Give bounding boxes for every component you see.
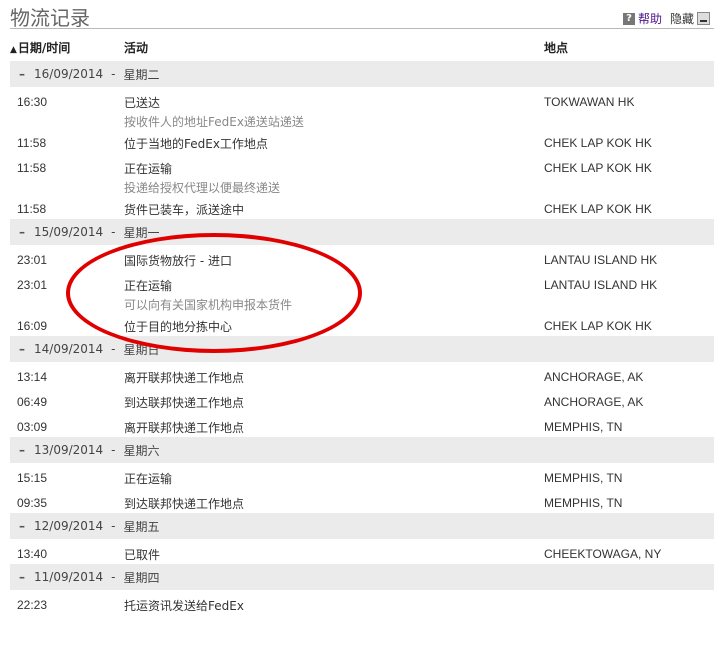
event-location: LANTAU ISLAND HK	[544, 278, 658, 292]
group-weekday: 星期五	[123, 519, 160, 534]
date-group-header[interactable]: – 13/09/2014- 星期六	[10, 437, 714, 463]
event-time: 22:23	[17, 598, 48, 612]
group-date: 12/09/2014	[34, 519, 104, 533]
group-date: 13/09/2014	[34, 443, 104, 457]
event-activity: 正在运输	[124, 472, 173, 486]
help-link[interactable]: 帮助	[638, 10, 662, 27]
hide-link[interactable]: 隐藏	[670, 10, 694, 27]
event-time: 03:09	[17, 420, 48, 434]
collapse-icon[interactable]	[697, 12, 710, 25]
event-time: 23:01	[17, 253, 48, 267]
event-time: 23:01	[17, 278, 48, 292]
event-activity: 位于当地的FedEx工作地点	[124, 137, 268, 151]
date-group-header[interactable]: – 14/09/2014- 星期日	[10, 336, 714, 362]
group-date: 11/09/2014	[34, 570, 104, 584]
group-weekday: 星期六	[123, 443, 160, 458]
title-divider	[10, 28, 714, 29]
group-date: 14/09/2014	[34, 342, 104, 356]
group-weekday: 星期日	[123, 342, 160, 357]
table-row: 11:58 位于当地的FedEx工作地点 CHEK LAP KOK HK	[10, 128, 714, 153]
date-group-header[interactable]: – 11/09/2014- 星期四	[10, 564, 714, 590]
collapse-toggle-icon[interactable]: –	[10, 519, 34, 533]
event-location: CHEK LAP KOK HK	[544, 202, 652, 216]
date-group-header[interactable]: – 15/09/2014- 星期一	[10, 219, 714, 245]
table-row: 11:58 正在运输 投递给授权代理以便最终递送 CHEK LAP KOK HK	[10, 153, 714, 195]
collapse-toggle-icon[interactable]: –	[10, 570, 34, 584]
event-time: 16:09	[17, 319, 48, 333]
table-row: 13:40 已取件 CHEEKTOWAGA, NY	[10, 539, 714, 564]
event-location: CHEEKTOWAGA, NY	[544, 547, 662, 561]
event-location: CHEK LAP KOK HK	[544, 161, 652, 175]
table-row: 09:35 到达联邦快递工作地点 MEMPHIS, TN	[10, 488, 714, 513]
event-time: 13:14	[17, 370, 48, 384]
event-time: 06:49	[17, 395, 48, 409]
event-time: 16:30	[17, 95, 48, 109]
event-activity: 货件已装车，派送途中	[124, 203, 245, 217]
event-location: MEMPHIS, TN	[544, 420, 623, 434]
event-time: 11:58	[17, 202, 47, 216]
event-location: ANCHORAGE, AK	[544, 370, 644, 384]
date-group-header[interactable]: – 16/09/2014- 星期二	[10, 61, 714, 87]
event-location: ANCHORAGE, AK	[544, 395, 644, 409]
collapse-toggle-icon[interactable]: –	[10, 67, 34, 81]
table-row: 16:09 位于目的地分拣中心 CHEK LAP KOK HK	[10, 311, 714, 336]
column-header-activity: 活动	[124, 41, 149, 55]
event-time: 11:58	[17, 161, 47, 175]
event-location: MEMPHIS, TN	[544, 471, 623, 485]
page-title: 物流记录	[10, 6, 90, 30]
table-row: 23:01 正在运输 可以向有关国家机构申报本货件 LANTAU ISLAND H…	[10, 270, 714, 312]
help-icon[interactable]: ?	[622, 12, 635, 25]
table-row: 16:30 已送达 按收件人的地址FedEx递送站递送 TOKWAWAN HK	[10, 87, 714, 129]
group-weekday: 星期四	[123, 570, 160, 585]
table-row: 03:09 离开联邦快递工作地点 MEMPHIS, TN	[10, 412, 714, 437]
event-activity: 到达联邦快递工作地点	[124, 396, 245, 410]
collapse-toggle-icon[interactable]: –	[10, 443, 34, 457]
collapse-toggle-icon[interactable]: –	[10, 342, 34, 356]
header-tools: ? 帮助 隐藏	[622, 10, 710, 27]
event-activity: 正在运输	[124, 279, 173, 293]
event-activity: 已取件	[124, 548, 161, 562]
event-time: 15:15	[17, 471, 48, 485]
event-location: CHEK LAP KOK HK	[544, 136, 652, 150]
event-activity: 位于目的地分拣中心	[124, 320, 233, 334]
event-time: 11:58	[17, 136, 47, 150]
table-row: 11:58 货件已装车，派送途中 CHEK LAP KOK HK	[10, 194, 714, 219]
event-activity: 离开联邦快递工作地点	[124, 371, 245, 385]
event-time: 09:35	[17, 496, 48, 510]
table-row: 13:14 离开联邦快递工作地点 ANCHORAGE, AK	[10, 362, 714, 387]
column-header-datetime-label: 日期/时间	[17, 41, 71, 55]
event-activity: 正在运输	[124, 162, 173, 176]
column-header-datetime[interactable]: ▲日期/时间	[10, 39, 70, 56]
group-date: 15/09/2014	[34, 225, 104, 239]
event-activity: 离开联邦快递工作地点	[124, 421, 245, 435]
group-weekday: 星期一	[123, 225, 160, 240]
event-time: 13:40	[17, 547, 48, 561]
collapse-toggle-icon[interactable]: –	[10, 225, 34, 239]
table-row: 15:15 正在运输 MEMPHIS, TN	[10, 463, 714, 488]
column-header-location: 地点	[544, 41, 569, 55]
event-activity: 国际货物放行 - 进口	[124, 254, 232, 268]
date-group-header[interactable]: – 12/09/2014- 星期五	[10, 513, 714, 539]
sort-ascending-icon: ▲	[10, 45, 17, 55]
event-location: LANTAU ISLAND HK	[544, 253, 658, 267]
event-location: MEMPHIS, TN	[544, 496, 623, 510]
table-row: 22:23 托运资讯发送给FedEx	[10, 590, 714, 615]
event-location: CHEK LAP KOK HK	[544, 319, 652, 333]
column-header-row: ▲日期/时间 活动 地点	[10, 36, 714, 58]
event-activity: 已送达	[124, 96, 161, 110]
table-row: 23:01 国际货物放行 - 进口 LANTAU ISLAND HK	[10, 245, 714, 270]
table-row: 06:49 到达联邦快递工作地点 ANCHORAGE, AK	[10, 387, 714, 412]
event-activity: 托运资讯发送给FedEx	[124, 599, 244, 613]
event-location: TOKWAWAN HK	[544, 95, 635, 109]
tracking-log: – 16/09/2014- 星期二 16:30 已送达 按收件人的地址FedEx递送…	[10, 61, 714, 615]
event-activity: 到达联邦快递工作地点	[124, 497, 245, 511]
group-date: 16/09/2014	[34, 67, 104, 81]
group-weekday: 星期二	[123, 67, 160, 82]
